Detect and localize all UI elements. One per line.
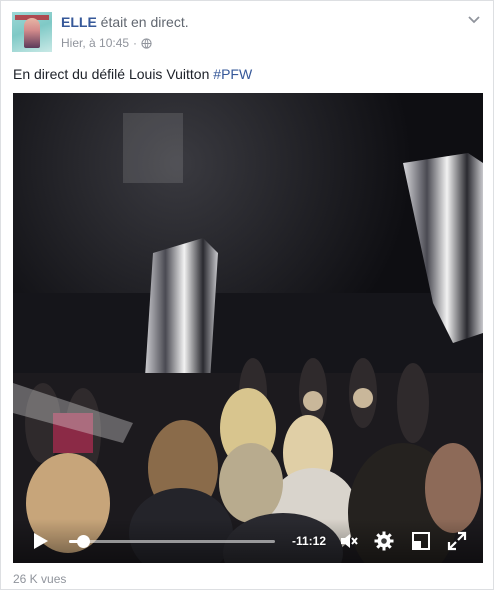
post-card: ELLE était en direct. Hier, à 10:45 · En… [0,0,494,590]
remaining-time: -11:12 [292,534,327,548]
page-avatar[interactable] [12,12,52,52]
live-status-text: était en direct. [100,14,189,30]
view-count[interactable]: 26 K vues [13,571,66,587]
post-header: ELLE était en direct. [61,13,189,31]
post-message: En direct du défilé Louis Vuitton #PFW [13,65,252,83]
post-timestamp[interactable]: Hier, à 10:45 [61,35,129,51]
meta-separator: · [133,36,138,50]
hashtag-link[interactable]: #PFW [213,66,252,82]
progress-scrubber[interactable] [77,535,91,548]
play-icon[interactable] [33,532,49,550]
globe-icon[interactable] [141,37,152,49]
video-player[interactable]: -11:12 [13,93,483,563]
post-meta: Hier, à 10:45 · [61,35,152,51]
chevron-down-icon[interactable] [467,15,481,25]
mute-icon[interactable] [339,531,359,551]
page-name-link[interactable]: ELLE [61,14,97,30]
post-message-text: En direct du défilé Louis Vuitton [13,66,210,82]
pip-icon[interactable] [411,531,431,551]
video-controls: -11:12 [13,519,483,563]
avatar-figure [24,18,40,48]
video-frame [13,93,483,563]
settings-icon[interactable] [374,531,394,551]
progress-bar[interactable] [69,535,275,548]
fullscreen-icon[interactable] [447,531,467,551]
